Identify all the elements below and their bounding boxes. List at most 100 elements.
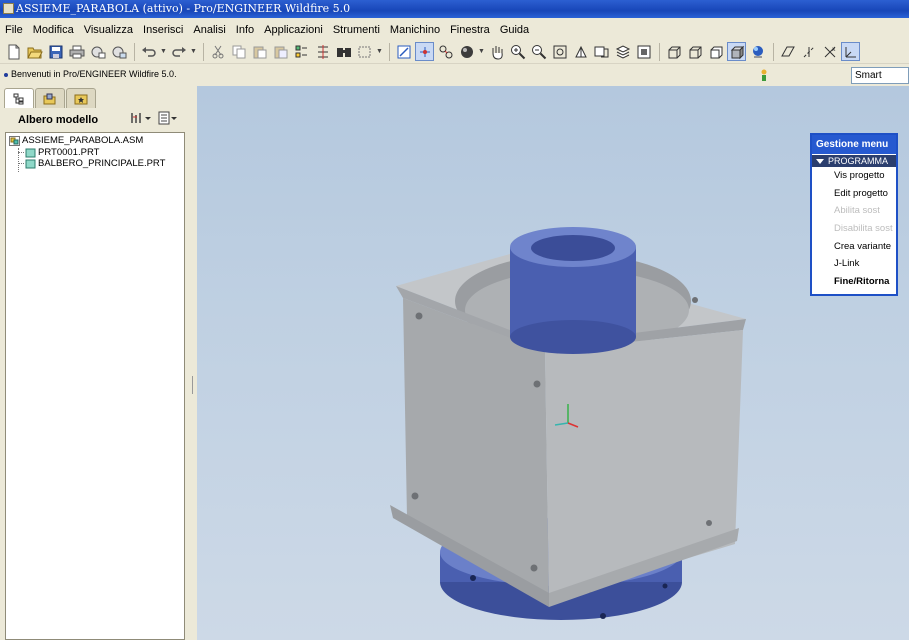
tree-item-label: BALBERO_PRINCIPALE.PRT	[38, 158, 166, 169]
datum-planes-icon[interactable]	[778, 42, 797, 61]
menu-manager-section[interactable]: PROGRAMMA	[812, 155, 896, 167]
paste-icon[interactable]	[250, 42, 269, 61]
hidden-line-icon[interactable]	[685, 42, 704, 61]
navigator-tabs	[4, 88, 97, 108]
tree-show-icon[interactable]	[158, 111, 178, 128]
pan-hand-icon[interactable]	[487, 42, 506, 61]
selection-filter-dropdown[interactable]: Smart	[851, 67, 909, 84]
panel-sash[interactable]	[190, 86, 197, 640]
spin-center-icon[interactable]	[415, 42, 434, 61]
copy-icon[interactable]	[229, 42, 248, 61]
tab-model-tree[interactable]	[4, 88, 34, 108]
menu-analisi[interactable]: Analisi	[188, 24, 230, 36]
menu-manichino[interactable]: Manichino	[385, 24, 445, 36]
toolbar-separator	[659, 42, 660, 61]
find-icon[interactable]	[334, 42, 353, 61]
part-icon	[25, 148, 36, 157]
menu-item-j-link[interactable]: J-Link	[812, 255, 896, 273]
assembly-icon	[9, 135, 20, 146]
menu-bar: File Modifica Visualizza Inserisci Anali…	[0, 20, 909, 40]
menu-item-vis-progetto[interactable]: Vis progetto	[812, 167, 896, 185]
tree-item-part[interactable]: PRT0001.PRT	[25, 147, 99, 158]
cut-icon[interactable]	[208, 42, 227, 61]
save-icon[interactable]	[46, 42, 65, 61]
appearance-dropdown-icon[interactable]: ▼	[478, 48, 485, 55]
menu-finestra[interactable]: Finestra	[445, 24, 495, 36]
menu-manager-section-label: PROGRAMMA	[828, 156, 889, 166]
toolbar-separator	[389, 42, 390, 61]
shaft-tube	[510, 227, 636, 354]
regenerate-manager-icon[interactable]	[313, 42, 332, 61]
tab-folder-browser[interactable]	[35, 88, 65, 108]
regenerate-icon[interactable]	[292, 42, 311, 61]
model-tree-title: Albero modello	[18, 114, 99, 126]
layers-icon[interactable]	[613, 42, 632, 61]
mail-attach-icon[interactable]	[109, 42, 128, 61]
menu-manager: Gestione menu PROGRAMMA Vis progetto Edi…	[810, 133, 898, 296]
zoom-out-icon[interactable]	[529, 42, 548, 61]
redo-icon[interactable]	[169, 42, 188, 61]
appearance-sphere-icon[interactable]	[457, 42, 476, 61]
datum-points-icon[interactable]: x	[820, 42, 839, 61]
tree-item-assembly[interactable]: ASSIEME_PARABOLA.ASM	[9, 135, 143, 146]
sash-grip[interactable]	[192, 376, 195, 394]
zoom-in-icon[interactable]	[508, 42, 527, 61]
message-line: Benvenuti in Pro/ENGINEER Wildfire 5.0.	[4, 69, 177, 79]
coord-systems-icon[interactable]	[841, 42, 860, 61]
main-toolbar: ▼ ▼ ▼ ▼ x	[0, 40, 909, 64]
window-title: ASSIEME_PARABOLA (attivo) - Pro/ENGINEER…	[16, 2, 351, 15]
send-mail-icon[interactable]	[88, 42, 107, 61]
toolbar-separator	[203, 42, 204, 61]
select-box-icon[interactable]	[355, 42, 374, 61]
graphics-window[interactable]	[197, 86, 909, 640]
undo-icon[interactable]	[139, 42, 158, 61]
menu-item-crea-variante[interactable]: Crea variante	[812, 238, 896, 256]
reorient-icon[interactable]	[571, 42, 590, 61]
message-area: Benvenuti in Pro/ENGINEER Wildfire 5.0. …	[0, 65, 909, 85]
undo-dropdown-icon[interactable]: ▼	[160, 48, 167, 55]
menu-item-disabilita-sost: Disabilita sost	[834, 223, 893, 235]
part-icon	[25, 159, 36, 168]
status-light-icon	[760, 68, 768, 82]
menu-inserisci[interactable]: Inserisci	[138, 24, 188, 36]
tree-item-label: PRT0001.PRT	[38, 147, 100, 158]
paste-special-icon[interactable]	[271, 42, 290, 61]
toolbar-separator	[773, 42, 774, 61]
orient-mode-icon[interactable]	[436, 42, 455, 61]
print-icon[interactable]	[67, 42, 86, 61]
menu-guida[interactable]: Guida	[495, 24, 534, 36]
shading-icon[interactable]	[727, 42, 746, 61]
menu-modifica[interactable]: Modifica	[28, 24, 79, 36]
menu-item-fine-ritorna[interactable]: Fine/Ritorna	[812, 273, 896, 291]
model-tree-tools	[130, 111, 178, 128]
repaint-icon[interactable]	[394, 42, 413, 61]
redo-dropdown-icon[interactable]: ▼	[190, 48, 197, 55]
new-file-icon[interactable]	[4, 42, 23, 61]
tree-item-part[interactable]: BALBERO_PRINCIPALE.PRT	[25, 158, 165, 169]
tab-favorites[interactable]	[66, 88, 96, 108]
select-dropdown-icon[interactable]: ▼	[376, 48, 383, 55]
model-tree: ASSIEME_PARABOLA.ASM PRT0001.PRT BALBERO…	[5, 132, 185, 640]
menu-file[interactable]: File	[0, 24, 28, 36]
toolbar-separator	[134, 42, 135, 61]
datum-axes-icon[interactable]	[799, 42, 818, 61]
menu-applicazioni[interactable]: Applicazioni	[259, 24, 328, 36]
message-text: Benvenuti in Pro/ENGINEER Wildfire 5.0.	[11, 69, 177, 79]
tree-settings-icon[interactable]	[130, 111, 152, 128]
model-render	[390, 227, 746, 620]
navigator-panel: Albero modello ASSIEME_PARABOLA.ASM PRT0…	[0, 86, 190, 640]
menu-info[interactable]: Info	[231, 24, 259, 36]
menu-manager-title: Gestione menu	[812, 135, 896, 154]
menu-visualizza[interactable]: Visualizza	[79, 24, 138, 36]
menu-strumenti[interactable]: Strumenti	[328, 24, 385, 36]
view-manager-icon[interactable]	[634, 42, 653, 61]
menu-item-edit-progetto[interactable]: Edit progetto	[812, 185, 896, 203]
saved-views-icon[interactable]	[592, 42, 611, 61]
refit-icon[interactable]	[550, 42, 569, 61]
wireframe-icon[interactable]	[664, 42, 683, 61]
no-hidden-icon[interactable]	[706, 42, 725, 61]
app-icon	[3, 3, 14, 14]
enhanced-realism-icon[interactable]	[748, 42, 767, 61]
open-folder-icon[interactable]	[25, 42, 44, 61]
svg-text:x: x	[832, 46, 836, 53]
